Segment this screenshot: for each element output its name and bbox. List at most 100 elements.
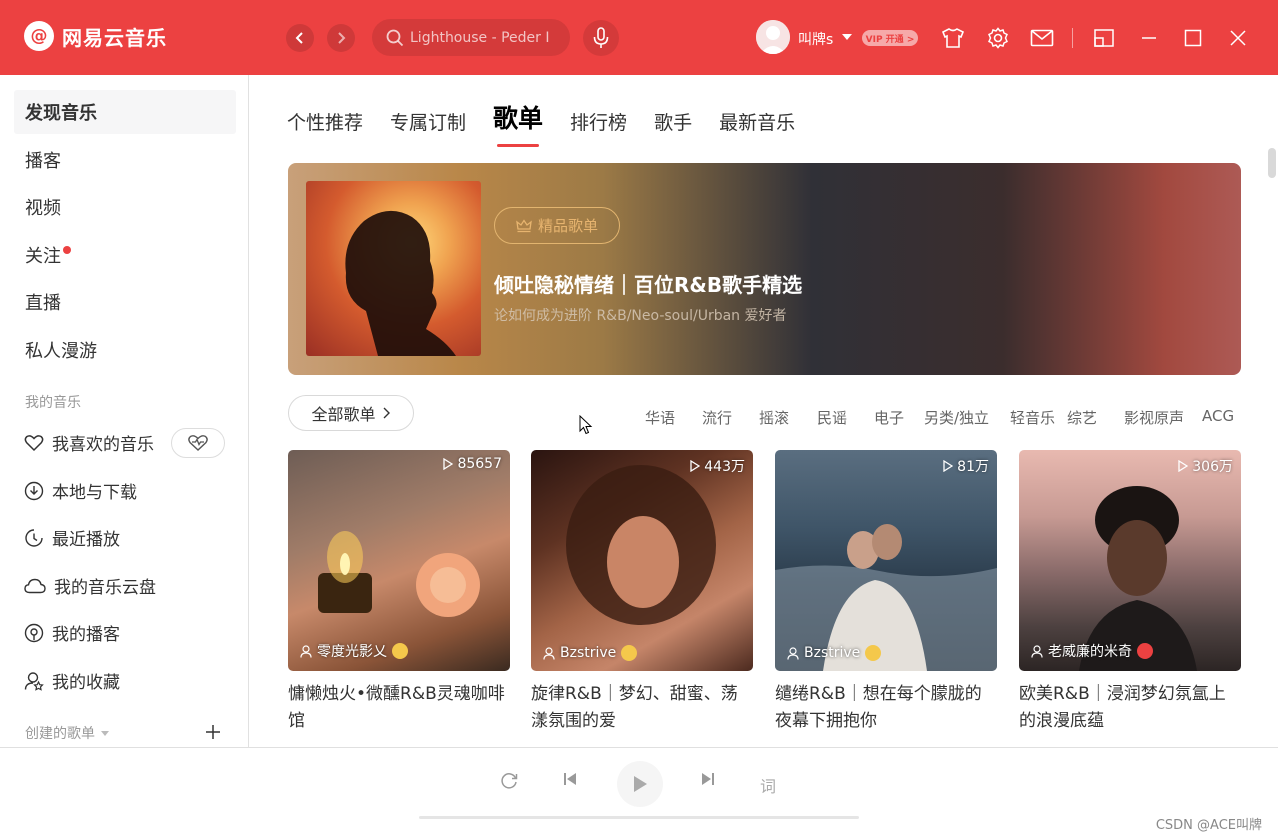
tab-custom[interactable]: 专属订制	[390, 108, 466, 135]
play-count: 85657	[443, 456, 502, 472]
candle-rose-image	[318, 531, 480, 617]
playlist-title-line: 欧美R&B｜浸润梦幻氛氲上	[1019, 684, 1226, 704]
chevron-right-icon	[383, 407, 390, 419]
playlist-card[interactable]: 306万 老威廉的米奇 欧美R&B｜浸润梦幻氛氲上 的浪漫底蕴	[1019, 450, 1241, 735]
category-tags: 华语 流行 摇滚 民谣 电子 另类/独立 轻音乐 综艺 影视原声 ACG	[645, 407, 1234, 428]
maximize-button[interactable]	[1181, 26, 1205, 50]
sidebar-item-my-podcast[interactable]: 我的播客	[24, 620, 120, 645]
sidebar-item-podcast[interactable]: 播客	[14, 138, 236, 182]
settings-button[interactable]	[986, 26, 1010, 50]
created-playlists-label: 创建的歌单	[25, 726, 95, 742]
playlist-title[interactable]: 慵懒烛火•微醺R&B灵魂咖啡 馆	[288, 681, 510, 735]
close-button[interactable]	[1226, 26, 1250, 50]
playlist-creator[interactable]: Bzstrive	[543, 645, 638, 661]
microphone-icon	[593, 27, 609, 48]
sidebar-item-fm[interactable]: 私人漫游	[14, 328, 236, 372]
verified-badge-icon	[392, 643, 408, 659]
vip-badge[interactable]: VIP 开通 >	[862, 30, 918, 46]
username[interactable]: 叫牌s	[798, 29, 833, 49]
mouse-cursor-icon	[579, 415, 593, 435]
tab-artists[interactable]: 歌手	[654, 108, 692, 135]
caret-down-icon[interactable]	[842, 34, 852, 40]
mini-mode-button[interactable]	[1092, 26, 1116, 50]
playlist-title[interactable]: 欧美R&B｜浸润梦幻氛氲上 的浪漫底蕴	[1019, 681, 1241, 735]
back-button[interactable]	[286, 24, 314, 52]
tab-new-music[interactable]: 最新音乐	[719, 108, 795, 135]
banner-title: 倾吐隐秘情绪｜百位R&B歌手精选	[494, 273, 803, 297]
collect-icon	[24, 671, 44, 691]
sidebar-item-label: 直播	[25, 293, 61, 314]
playlist-creator[interactable]: 老威廉的米奇	[1031, 641, 1153, 661]
sidebar-item-discover[interactable]: 发现音乐	[14, 90, 236, 134]
created-playlists-heading[interactable]: 创建的歌单	[25, 723, 109, 743]
category-tag[interactable]: 轻音乐	[1010, 407, 1067, 428]
forward-button[interactable]	[327, 24, 355, 52]
creator-name: 零度光影乂	[317, 644, 387, 660]
playlist-cover[interactable]: 81万 Bzstrive	[775, 450, 997, 671]
sidebar-item-cloud[interactable]: 我的音乐云盘	[24, 573, 156, 598]
category-tag[interactable]: 影视原声	[1124, 407, 1202, 428]
category-tag[interactable]: 综艺	[1067, 407, 1124, 428]
maximize-icon	[1184, 29, 1202, 47]
sidebar-item-live[interactable]: 直播	[14, 280, 236, 324]
minimize-icon	[1142, 37, 1156, 39]
category-tag[interactable]: 电子	[874, 407, 924, 428]
user-avatar[interactable]	[756, 20, 790, 54]
playlist-card[interactable]: 81万 Bzstrive 缱绻R&B｜想在每个朦胧的 夜幕下拥抱你	[775, 450, 997, 735]
discover-tabs: 个性推荐 专属订制 歌单 排行榜 歌手 最新音乐	[287, 99, 822, 147]
playlist-title-line: 慵懒烛火•微醺R&B灵魂咖啡	[288, 684, 505, 704]
sidebar-item-local[interactable]: 本地与下载	[24, 478, 137, 503]
featured-playlist-banner[interactable]: 精品歌单 倾吐隐秘情绪｜百位R&B歌手精选 论如何成为进阶 R&B/Neo-so…	[288, 163, 1241, 375]
playlist-title[interactable]: 缱绻R&B｜想在每个朦胧的 夜幕下拥抱你	[775, 681, 997, 735]
category-tag[interactable]: 华语	[645, 407, 702, 428]
add-playlist-button[interactable]	[204, 723, 222, 741]
category-tag[interactable]: 摇滚	[759, 407, 817, 428]
tab-personal[interactable]: 个性推荐	[287, 108, 363, 135]
playlist-cover[interactable]: 85657 零度光影乂	[288, 450, 510, 671]
tab-playlists[interactable]: 歌单	[493, 99, 543, 147]
messages-button[interactable]	[1030, 26, 1054, 50]
sidebar-item-label: 本地与下载	[52, 483, 137, 503]
playlist-card[interactable]: 85657 零度光影乂 慵懒烛火•微醺R&B灵魂咖啡 馆	[288, 450, 510, 735]
player-bar: 词 CSDN @ACE叫牌	[0, 747, 1278, 838]
sidebar-item-liked[interactable]: 我喜欢的音乐	[24, 430, 154, 455]
category-tag[interactable]: 民谣	[817, 407, 874, 428]
tab-charts[interactable]: 排行榜	[570, 108, 627, 135]
loop-mode-button[interactable]	[499, 771, 519, 789]
all-playlists-button[interactable]: 全部歌单	[288, 395, 414, 431]
cloud-icon	[24, 578, 46, 593]
skin-button[interactable]	[941, 26, 965, 50]
main-scrollbar[interactable]	[1268, 148, 1276, 178]
user-icon	[543, 646, 555, 660]
next-track-button[interactable]	[700, 771, 716, 787]
lyrics-button[interactable]: 词	[760, 773, 776, 797]
search-input[interactable]: Lighthouse - Peder I	[372, 19, 570, 56]
minimize-button[interactable]	[1137, 26, 1161, 50]
playlist-creator[interactable]: Bzstrive	[787, 645, 882, 661]
playlist-cover[interactable]: 443万 Bzstrive	[531, 450, 753, 671]
playlist-cover[interactable]: 306万 老威廉的米奇	[1019, 450, 1241, 671]
play-count: 443万	[690, 456, 745, 476]
sidebar-item-label: 最近播放	[52, 530, 120, 550]
premium-badge[interactable]: 精品歌单	[494, 207, 620, 244]
plus-icon	[206, 725, 220, 739]
playlist-card[interactable]: 443万 Bzstrive 旋律R&B｜梦幻、甜蜜、荡 漾氛围的爱	[531, 450, 753, 735]
voice-search-button[interactable]	[583, 20, 619, 56]
category-tag[interactable]: 另类/独立	[924, 407, 1010, 428]
heart-mode-button[interactable]	[171, 428, 225, 458]
play-button[interactable]	[617, 761, 663, 807]
sidebar-item-collection[interactable]: 我的收藏	[24, 668, 120, 693]
sidebar-item-video[interactable]: 视频	[14, 185, 236, 229]
previous-track-button[interactable]	[562, 771, 578, 787]
progress-bar[interactable]	[419, 816, 859, 819]
app-logo[interactable]: @ 网易云音乐	[24, 21, 167, 51]
user-icon	[1031, 644, 1043, 658]
creator-name: 老威廉的米奇	[1048, 644, 1132, 660]
playlist-title[interactable]: 旋律R&B｜梦幻、甜蜜、荡 漾氛围的爱	[531, 681, 753, 735]
category-tag[interactable]: 流行	[702, 407, 759, 428]
category-tag[interactable]: ACG	[1202, 407, 1234, 428]
sidebar-item-follow[interactable]: 关注	[14, 233, 236, 277]
podcast-icon	[24, 623, 44, 642]
playlist-creator[interactable]: 零度光影乂	[300, 641, 408, 661]
sidebar-item-recent[interactable]: 最近播放	[24, 525, 120, 550]
